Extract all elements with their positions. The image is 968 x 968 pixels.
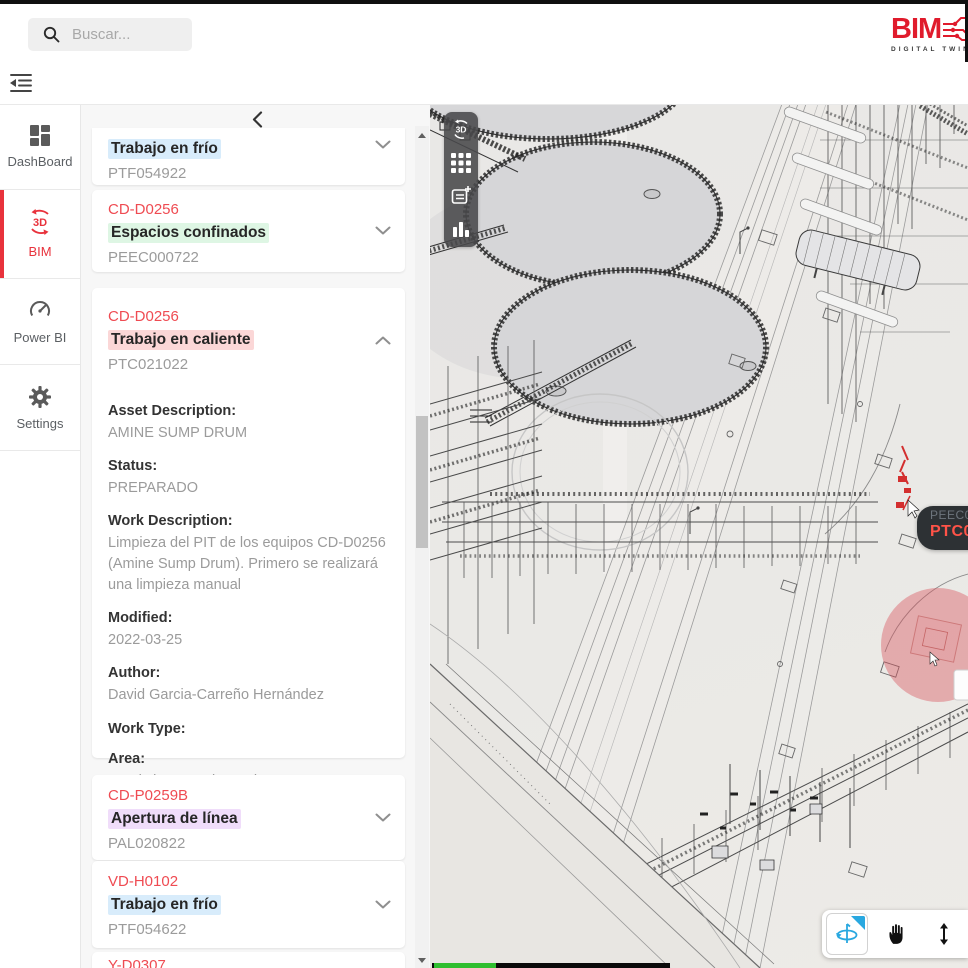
- scrollbar-thumb[interactable]: [416, 416, 428, 548]
- permit-code: PEEC000722: [108, 249, 389, 266]
- loading-progress-bar: [432, 963, 670, 968]
- bim-digital-twin-logo: BIM DIGITAL TWIN: [891, 14, 968, 53]
- permit-type: Trabajo en frío: [108, 895, 221, 915]
- app-header: BIM DIGITAL TWIN: [0, 4, 968, 65]
- permit-asset: VD-H0102: [108, 873, 389, 890]
- scroll-up-arrow[interactable]: [418, 133, 426, 138]
- rotate-3d-tool-button[interactable]: 3D: [450, 119, 472, 141]
- svg-text:3D: 3D: [456, 125, 467, 135]
- detail-value: David Garcia-Carreño Hernández: [108, 685, 389, 706]
- tag-primary-label: PTC02: [930, 522, 968, 541]
- permit-type: Trabajo en caliente: [108, 330, 254, 350]
- bar-chart-tool-button[interactable]: [450, 218, 472, 240]
- zoom-vertical-icon: [932, 922, 956, 946]
- logo-text: BIM: [891, 15, 941, 44]
- sidebar-item-label: DashBoard: [7, 154, 72, 169]
- permit-asset: CD-D0256: [108, 308, 389, 325]
- orbit-icon: [834, 921, 860, 947]
- detail-field: Status: PREPARADO: [108, 458, 389, 499]
- zoom-vertical-button[interactable]: [924, 914, 964, 954]
- orbit-button[interactable]: [826, 913, 868, 955]
- sidebar-item-powerbi[interactable]: Power BI: [0, 279, 80, 365]
- detail-field: Work Type:: [108, 721, 389, 737]
- chevron-down-icon[interactable]: [375, 896, 391, 914]
- svg-text:3D: 3D: [33, 217, 47, 229]
- permit-card[interactable]: CD-D0256 Espacios confinados PEEC000722: [92, 190, 405, 272]
- permit-card[interactable]: Y-D0307: [92, 952, 405, 968]
- detail-field: Work Description: Limpieza del PIT de lo…: [108, 513, 389, 596]
- panel-scrollbar[interactable]: [415, 126, 429, 968]
- chevron-down-icon[interactable]: [375, 809, 391, 827]
- scroll-down-arrow[interactable]: [418, 958, 426, 963]
- detail-label: Work Type:: [108, 721, 389, 737]
- chevron-down-icon[interactable]: [375, 222, 391, 240]
- permit-code: PAL020822: [108, 835, 389, 852]
- chevron-down-icon[interactable]: [375, 136, 391, 154]
- search-box[interactable]: [28, 18, 192, 51]
- detail-label: Modified:: [108, 610, 389, 626]
- secondary-toolbar: [0, 64, 968, 105]
- detail-label: Work Description:: [108, 513, 389, 529]
- permit-code: PTF054622: [108, 921, 389, 938]
- logo-circuit-icon: [941, 14, 968, 44]
- detail-label: Asset Description:: [108, 403, 389, 419]
- permit-asset: CD-D0256: [108, 201, 389, 218]
- gear-icon: [28, 385, 52, 409]
- gauge-icon: [28, 299, 52, 323]
- permit-3d-tag[interactable]: PEEC0 PTC02: [917, 506, 968, 550]
- detail-value: PREPARADO: [108, 478, 389, 499]
- permit-asset: Y-D0307: [108, 957, 389, 968]
- detail-field: Author: David Garcia-Carreño Hernández: [108, 665, 389, 706]
- permits-panel: Trabajo en frío PTF054922 CD-D0256 Espac…: [80, 104, 430, 968]
- sidebar-item-dashboard[interactable]: DashBoard: [0, 104, 80, 190]
- detail-label: Author:: [108, 665, 389, 681]
- viewer-progress-fill: [434, 963, 496, 968]
- viewer-3d: 3D PEEC0 PTC02: [430, 104, 968, 968]
- detail-label: Area:: [108, 751, 389, 767]
- chevron-left-icon: [251, 111, 263, 128]
- dashboard-icon: [29, 124, 52, 147]
- pan-hand-icon: [885, 922, 907, 946]
- sidebar-item-label: BIM: [28, 244, 51, 259]
- detail-field: Asset Description: AMINE SUMP DRUM: [108, 403, 389, 444]
- permit-type: Apertura de línea: [108, 809, 241, 829]
- permit-card[interactable]: VD-H0102 Trabajo en frío PTF054622: [92, 861, 405, 948]
- permit-card-expanded[interactable]: CD-D0256 Trabajo en caliente PTC021022 A…: [92, 288, 405, 758]
- permit-card[interactable]: CD-P0259B Apertura de línea PAL020822: [92, 775, 405, 860]
- sidebar-item-settings[interactable]: Settings: [0, 365, 80, 451]
- search-icon: [43, 26, 60, 43]
- add-note-tool-button[interactable]: [450, 185, 472, 207]
- permit-asset: CD-P0259B: [108, 787, 389, 804]
- permit-type: Espacios confinados: [108, 223, 269, 243]
- permit-code: PTC021022: [108, 356, 389, 373]
- sidebar-item-bim[interactable]: 3D BIM: [0, 190, 80, 279]
- window-top-edge: [0, 0, 968, 4]
- detail-value: 2022-03-25: [108, 630, 389, 651]
- viewer-nav-controls: [822, 910, 968, 958]
- detail-value: Limpieza del PIT de los equipos CD-D0256…: [108, 533, 389, 596]
- collapse-menu-button[interactable]: [9, 73, 33, 95]
- permit-card[interactable]: Trabajo en frío PTF054922: [92, 128, 405, 185]
- 3d-rotate-icon: 3D: [25, 209, 55, 237]
- permit-type: Trabajo en frío: [108, 139, 221, 159]
- grid-tool-button[interactable]: [450, 152, 472, 174]
- panel-collapse-button[interactable]: [246, 108, 268, 130]
- pan-button[interactable]: [876, 914, 916, 954]
- viewer-toolbar: 3D: [444, 112, 478, 247]
- logo-subtext: DIGITAL TWIN: [891, 46, 968, 53]
- detail-value: AMINE SUMP DRUM: [108, 423, 389, 444]
- sidebar-nav: DashBoard 3D BIM Power BI: [0, 104, 81, 968]
- permit-code: PTF054922: [108, 165, 389, 182]
- sidebar-item-label: Settings: [17, 416, 64, 431]
- tag-secondary-label: PEEC0: [930, 508, 968, 522]
- outdent-icon: [9, 73, 33, 93]
- chevron-up-icon[interactable]: [375, 332, 391, 350]
- sidebar-item-label: Power BI: [14, 330, 67, 345]
- detail-field: Modified: 2022-03-25: [108, 610, 389, 651]
- model-3d-wireframe[interactable]: [430, 104, 968, 968]
- detail-label: Status:: [108, 458, 389, 474]
- search-input[interactable]: [70, 25, 184, 44]
